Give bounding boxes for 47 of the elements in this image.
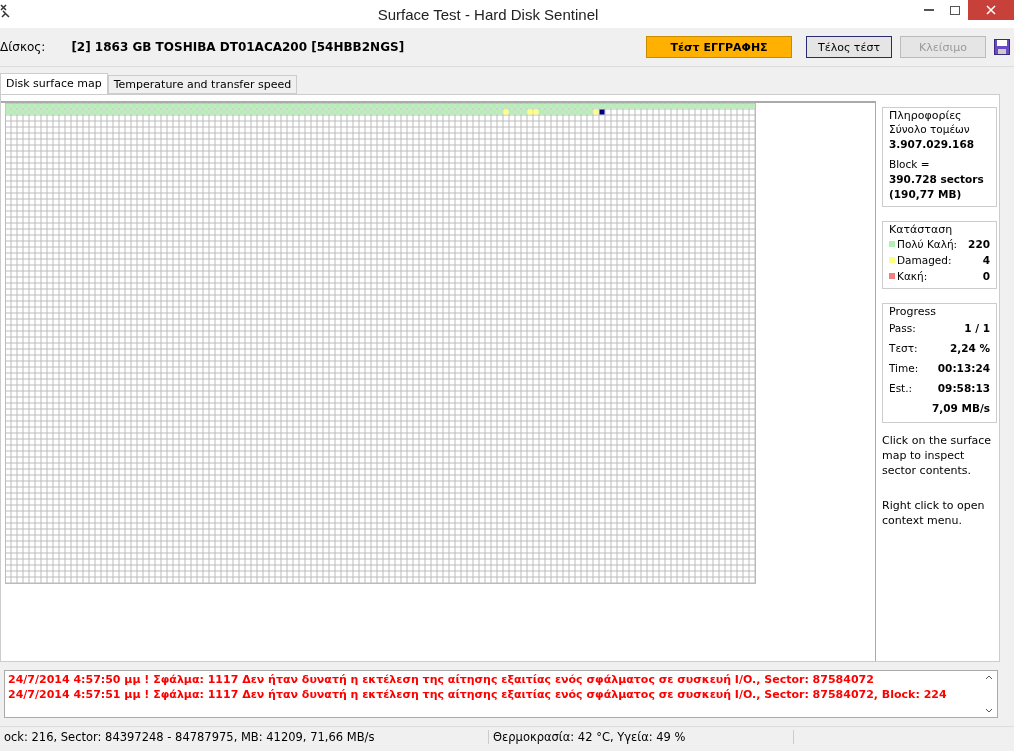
group-title: Progress bbox=[887, 305, 938, 318]
tab[interactable]: Temperature and transfer speed bbox=[107, 75, 298, 94]
tab[interactable]: Disk surface map bbox=[0, 73, 108, 94]
group-title: Πληροφορίες bbox=[887, 109, 964, 122]
info-value: (190,77 MB) bbox=[889, 187, 963, 202]
progress-label: Est.: bbox=[889, 381, 913, 396]
info-value: 3.907.029.168 bbox=[889, 137, 976, 152]
current-block bbox=[599, 109, 605, 115]
damaged-block[interactable] bbox=[593, 109, 599, 115]
disk-label: Δίσκος: bbox=[0, 40, 46, 54]
info-label: Σύνολο τομέων bbox=[889, 122, 971, 137]
legend-count: 220 bbox=[968, 237, 990, 252]
progress-label: Time: bbox=[889, 361, 919, 376]
progress-label: Τεστ: bbox=[889, 341, 918, 356]
hint-text: Click on the surface map to inspect sector contents. bbox=[882, 433, 993, 478]
legend-label: Πολύ Καλή: bbox=[897, 237, 958, 252]
progress-value: 00:13:24 bbox=[937, 361, 990, 376]
status-text: ock: 216, Sector: 84397248 - 84787975, MB: 41209, 71,66 MB/s bbox=[0, 730, 489, 744]
disk-name: [2] 1863 GB TOSHIBA DT01ACA200 [54HBB2NGS] bbox=[71, 40, 406, 54]
legend-count: 4 bbox=[982, 253, 990, 268]
progress-value: 09:58:13 bbox=[937, 381, 990, 396]
progress-value: 7,09 MB/s bbox=[931, 401, 990, 416]
surface-map[interactable] bbox=[5, 103, 756, 584]
info-label: Block = bbox=[889, 157, 931, 172]
scroll-down-icon[interactable] bbox=[985, 708, 993, 713]
test-mode-button[interactable]: Τέστ ΕΓΓΡΑΦΗΣ bbox=[646, 36, 792, 58]
group-title: Κατάσταση bbox=[887, 223, 955, 236]
damaged-block[interactable] bbox=[503, 109, 509, 115]
progress-value: 2,24 % bbox=[949, 341, 990, 356]
progress-label: Pass: bbox=[889, 321, 916, 336]
progress-value: 1 / 1 bbox=[964, 321, 990, 336]
scroll-up-icon[interactable] bbox=[985, 675, 993, 680]
save-icon[interactable] bbox=[994, 39, 1010, 55]
toolbar-button[interactable]: Τέλος τέστ bbox=[806, 36, 892, 58]
status-text: Θερμοκρασία: 42 °C, Υγεία: 49 % bbox=[489, 730, 794, 744]
legend-label: Damaged: bbox=[897, 253, 952, 268]
hint-text: Right click to open context menu. bbox=[882, 498, 986, 528]
window-title: Surface Test - Hard Disk Sentinel bbox=[376, 5, 600, 23]
minimize-icon bbox=[924, 9, 934, 11]
log-line: 24/7/2014 4:57:50 μμ ! Σφάλμα: 1117 Δεν ήταν δυνατή η εκτέλεση της αίτησης εξαιτίας ενός σφάλματος σε συσκευή I/O., Sector: 87584072 bbox=[8, 672, 875, 687]
legend-label: Κακή: bbox=[897, 269, 928, 284]
maximize-icon bbox=[950, 5, 960, 15]
log-line: 24/7/2014 4:57:51 μμ ! Σφάλμα: 1117 Δεν ήταν δυνατή η εκτέλεση της αίτησης εξαιτίας ενός σφάλματος σε συσκευή I/O., Sector: 87584072, Block: 224 bbox=[8, 687, 948, 702]
app-icon bbox=[0, 4, 12, 18]
legend-count: 0 bbox=[982, 269, 990, 284]
close-icon bbox=[986, 5, 996, 15]
info-value: 390.728 sectors bbox=[889, 172, 985, 187]
